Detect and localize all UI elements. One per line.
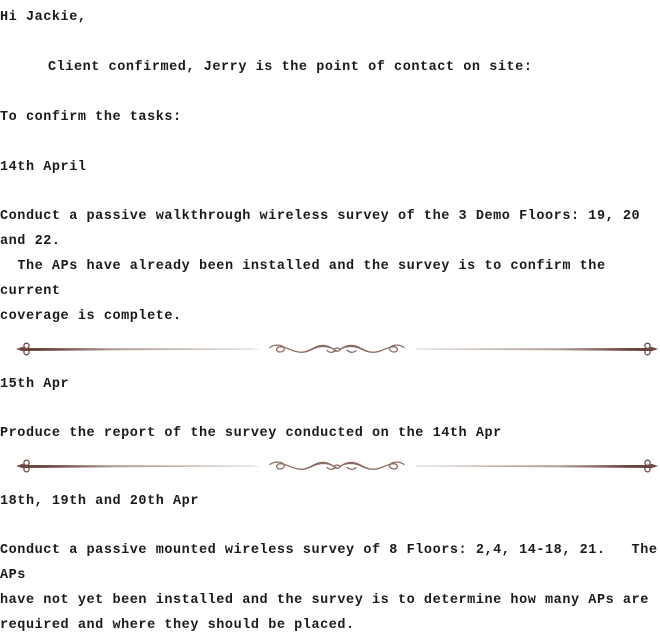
ornamental-divider-1	[0, 338, 660, 360]
document-body: Hi Jackie, Client confirmed, Jerry is th…	[0, 0, 660, 638]
greeting-paragraph: Hi Jackie,	[0, 10, 87, 25]
confirm-tasks-heading: To confirm the tasks:	[0, 110, 182, 125]
ornamental-divider-2	[0, 455, 660, 477]
task-18th-19th-20th-apr-description: Conduct a passive mounted wireless surve…	[0, 543, 658, 633]
date-18th-19th-20th-apr: 18th, 19th and 20th Apr	[0, 494, 199, 509]
task-14th-april-description: Conduct a passive walkthrough wireless s…	[0, 209, 641, 324]
task-15th-apr-description: Produce the report of the survey conduct…	[0, 426, 502, 441]
client-confirmation-paragraph: Client confirmed, Jerry is the point of …	[48, 60, 533, 75]
date-15th-apr: 15th Apr	[0, 377, 70, 392]
date-14th-april: 14th April	[0, 160, 87, 175]
